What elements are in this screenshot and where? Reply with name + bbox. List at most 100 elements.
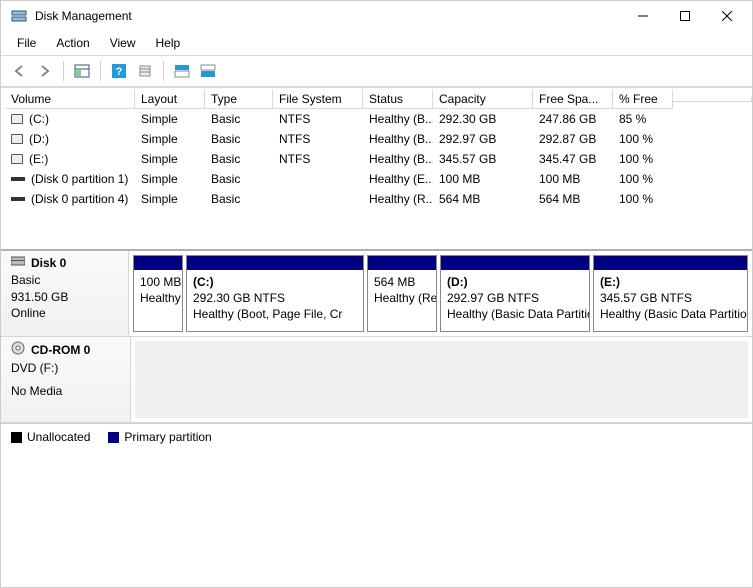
volume-status: Healthy (E... [363,171,433,187]
volume-free: 564 MB [533,191,613,207]
partition-header [368,256,436,270]
partition-icon [11,177,25,181]
volume-name: (C:) [29,112,49,126]
col-capacity[interactable]: Capacity [433,89,533,109]
volume-capacity: 345.57 GB [433,151,533,167]
layout-top-button[interactable] [170,59,194,83]
graphical-view: Disk 0 Basic 931.50 GB Online 100 MBHeal… [1,249,752,423]
volume-fs: NTFS [273,151,363,167]
menu-view[interactable]: View [102,34,144,52]
volume-free: 100 MB [533,171,613,187]
app-icon [11,8,27,24]
volume-type: Basic [205,171,273,187]
swatch-primary [108,432,119,443]
col-blank[interactable] [673,96,752,102]
volume-list-header: Volume Layout Type File System Status Ca… [1,87,752,109]
volume-status: Healthy (B... [363,111,433,127]
partition-size: 292.97 GB NTFS [447,290,583,306]
partition-block[interactable]: (E:)345.57 GB NTFSHealthy (Basic Data Pa… [593,255,748,332]
volume-type: Basic [205,111,273,127]
volume-name: (Disk 0 partition 4) [31,192,128,206]
drive-icon [11,134,23,144]
col-status[interactable]: Status [363,89,433,109]
volume-row[interactable]: (E:)SimpleBasicNTFSHealthy (B...345.57 G… [1,149,752,169]
close-button[interactable] [706,2,748,30]
disk-row-cdrom[interactable]: CD-ROM 0 DVD (F:) No Media [1,337,752,423]
cdrom-icon [11,341,25,360]
col-type[interactable]: Type [205,89,273,109]
title-bar: Disk Management [1,1,752,31]
back-button[interactable] [7,59,31,83]
cdrom-state: No Media [11,383,122,400]
col-filesystem[interactable]: File System [273,89,363,109]
disk-icon [11,255,25,272]
volume-row[interactable]: (Disk 0 partition 4) SimpleBasic Healthy (… [1,189,752,209]
volume-name: (Disk 0 partition 1) [31,172,128,186]
volume-row[interactable]: (D:)SimpleBasicNTFSHealthy (B...292.97 G… [1,129,752,149]
minimize-button[interactable] [622,2,664,30]
disk0-state: Online [11,305,120,322]
partition-header [594,256,747,270]
volume-fs [273,198,363,200]
disk0-name: Disk 0 [31,255,66,272]
volume-type: Basic [205,191,273,207]
volume-row[interactable]: (Disk 0 partition 1) SimpleBasic Healthy (… [1,169,752,189]
toolbar-separator [163,61,164,81]
disk0-partitions: 100 MBHealthy(C:)292.30 GB NTFSHealthy (… [129,251,752,336]
col-volume[interactable]: Volume [5,89,135,109]
partition-label: (C:) [193,274,357,290]
volume-pct: 100 % [613,151,673,167]
volume-fs: NTFS [273,131,363,147]
volume-capacity: 292.97 GB [433,131,533,147]
drive-icon [11,154,23,164]
volume-status: Healthy (R... [363,191,433,207]
toolbar-separator [63,61,64,81]
disk-row-disk0[interactable]: Disk 0 Basic 931.50 GB Online 100 MBHeal… [1,251,752,337]
partition-icon [11,197,25,201]
partition-size: 345.57 GB NTFS [600,290,741,306]
volume-type: Basic [205,131,273,147]
partition-block[interactable]: 564 MBHealthy (Rec [367,255,437,332]
volume-row[interactable]: (C:) SimpleBasicNTFSHealthy (B...292.30 G… [1,109,752,129]
volume-pct: 100 % [613,171,673,187]
volume-name: (D:) [29,132,49,146]
menu-action[interactable]: Action [48,34,97,52]
volume-capacity: 292.30 GB [433,111,533,127]
view-button[interactable] [70,59,94,83]
volume-layout: Simple [135,131,205,147]
svg-text:?: ? [116,66,123,78]
partition-size: 292.30 GB NTFS [193,290,357,306]
menu-bar: File Action View Help [1,31,752,55]
partition-block[interactable]: 100 MBHealthy [133,255,183,332]
legend-unallocated: Unallocated [11,430,90,444]
help-button[interactable]: ? [107,59,131,83]
menu-file[interactable]: File [9,34,44,52]
legend: Unallocated Primary partition [1,423,752,450]
partition-label: (E:) [600,274,741,290]
settings-button[interactable] [133,59,157,83]
volume-list[interactable]: (C:)SimpleBasicNTFSHealthy (B...292.30 G… [1,109,752,249]
partition-block[interactable]: (D:)292.97 GB NTFSHealthy (Basic Data Pa… [440,255,590,332]
layout-bottom-button[interactable] [196,59,220,83]
volume-pct: 85 % [613,111,673,127]
col-layout[interactable]: Layout [135,89,205,109]
volume-layout: Simple [135,171,205,187]
cdrom-type: DVD (F:) [11,360,122,377]
volume-pct: 100 % [613,191,673,207]
cdrom-label: CD-ROM 0 DVD (F:) No Media [1,337,131,422]
partition-block[interactable]: (C:)292.30 GB NTFSHealthy (Boot, Page Fi… [186,255,364,332]
forward-button[interactable] [33,59,57,83]
volume-layout: Simple [135,111,205,127]
volume-fs: NTFS [273,111,363,127]
maximize-button[interactable] [664,2,706,30]
volume-pct: 100 % [613,131,673,147]
volume-type: Basic [205,151,273,167]
volume-layout: Simple [135,191,205,207]
partition-status: Healthy (Boot, Page File, Cr [193,306,357,322]
volume-free: 345.47 GB [533,151,613,167]
swatch-unallocated [11,432,22,443]
col-free[interactable]: Free Spa... [533,89,613,109]
col-pct[interactable]: % Free [613,89,673,109]
menu-help[interactable]: Help [148,34,189,52]
volume-fs [273,178,363,180]
